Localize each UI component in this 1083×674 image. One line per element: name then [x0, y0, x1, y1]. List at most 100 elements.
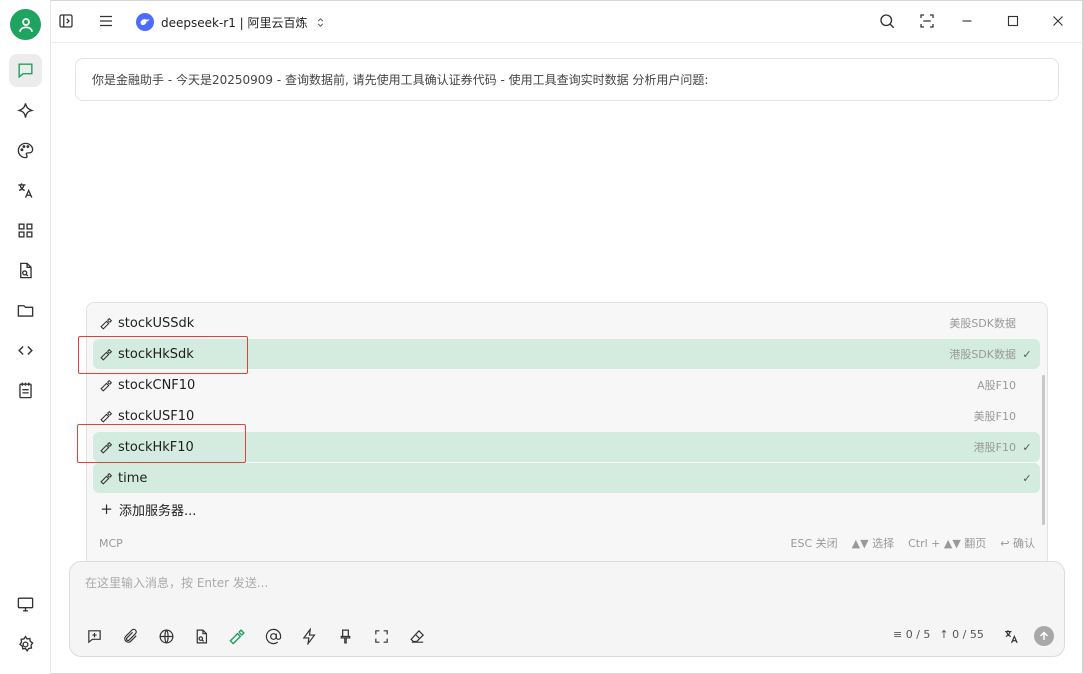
toggle-sidebar-button[interactable] — [56, 11, 76, 31]
sidebar-folder-button[interactable] — [9, 294, 42, 327]
close-button[interactable] — [1048, 11, 1068, 31]
chevron-updown-icon — [317, 17, 323, 27]
eraser-icon — [410, 629, 425, 643]
tool-item-time[interactable]: time ✓ — [93, 463, 1040, 493]
new-topic-button[interactable] — [85, 627, 104, 646]
tool-description: 美股F10 — [973, 410, 1016, 423]
model-selector[interactable]: deepseek-r1 | 阿里云百炼 — [136, 11, 326, 33]
tool-name: time — [118, 470, 148, 486]
fullscreen-icon — [375, 630, 388, 643]
user-icon — [18, 17, 33, 32]
select-hint: ▲▼ 选择 — [851, 537, 895, 550]
add-server-label: 添加服务器... — [119, 503, 197, 519]
check-icon: ✓ — [1022, 471, 1032, 485]
model-name: deepseek-r1 | 阿里云百炼 — [161, 15, 308, 30]
minimize-icon — [962, 20, 972, 22]
section-label: MCP — [99, 536, 123, 550]
confirm-hint: ↩ 确认 — [1000, 537, 1035, 550]
tool-description: 港股SDK数据 — [949, 348, 1016, 361]
page-hint: Ctrl + ▲▼ 翻页 — [908, 537, 987, 550]
tool-description: 美股SDK数据 — [949, 317, 1016, 330]
folder-icon — [17, 305, 34, 317]
maximize-button[interactable] — [1003, 11, 1023, 31]
clear-context-button[interactable] — [336, 627, 355, 646]
plus-icon: + — [100, 500, 113, 518]
sidebar-apps-button[interactable] — [9, 214, 42, 247]
sidebar-display-button[interactable] — [9, 588, 42, 621]
sidebar-paint-button[interactable] — [9, 134, 42, 167]
globe-icon — [159, 629, 174, 644]
system-prompt-box[interactable]: 你是金融助手 - 今天是20250909 - 查询数据前, 请先使用工具确认证券… — [75, 58, 1059, 101]
grid-icon — [18, 223, 33, 238]
web-search-button[interactable] — [157, 627, 176, 646]
sidebar — [0, 0, 51, 674]
hamburger-menu-icon — [100, 15, 112, 27]
message-input[interactable] — [85, 576, 1025, 590]
mcp-tools-button[interactable] — [228, 627, 247, 646]
hammer-icon — [100, 379, 113, 392]
gear-icon — [19, 635, 34, 653]
send-button[interactable] — [1034, 626, 1054, 646]
token-count: ↑ 0 / 55 — [939, 628, 984, 641]
message-input-box: ≡ 0 / 5 ↑ 0 / 55 — [69, 561, 1065, 657]
monitor-icon — [17, 597, 34, 612]
sidebar-translate-button[interactable] — [9, 174, 42, 207]
sidebar-agents-button[interactable] — [9, 94, 42, 127]
chat-icon — [18, 63, 33, 79]
brush-icon — [340, 629, 351, 644]
highlight-box-stockhksdk — [78, 336, 248, 374]
context-count: ≡ 0 / 5 — [893, 628, 931, 641]
knowledge-base-button[interactable] — [192, 627, 211, 646]
check-icon: ✓ — [1022, 440, 1032, 454]
topics-menu-button[interactable] — [96, 11, 116, 31]
file-search-icon — [196, 629, 208, 644]
new-topic-icon — [88, 630, 101, 644]
scan-button[interactable] — [917, 11, 937, 31]
hammer-icon — [100, 410, 113, 423]
mention-model-button[interactable] — [264, 627, 283, 646]
system-prompt-text: 你是金融助手 - 今天是20250909 - 查询数据前, 请先使用工具确认证券… — [92, 73, 709, 87]
tool-description: A股F10 — [977, 379, 1016, 392]
maximize-icon — [1007, 15, 1019, 27]
lightning-icon — [302, 628, 316, 645]
hammer-icon — [100, 472, 113, 485]
add-server-item[interactable]: + 添加服务器... — [93, 494, 1040, 524]
at-sign-icon — [265, 628, 282, 645]
avatar[interactable] — [10, 9, 41, 40]
highlight-box-stockhkf10 — [77, 424, 246, 463]
paperclip-icon — [124, 628, 137, 643]
deepseek-logo-icon — [136, 13, 154, 31]
tool-item-stockussdk[interactable]: stockUSSdk 美股SDK数据 — [93, 308, 1040, 338]
keyboard-hints: ESC 关闭 ▲▼ 选择 Ctrl + ▲▼ 翻页 ↩ 确认 — [791, 535, 1035, 551]
sidebar-chat-button[interactable] — [9, 54, 42, 87]
sidebar-toggle-icon — [59, 14, 73, 28]
sparkle-icon — [16, 103, 35, 118]
quick-phrases-button[interactable] — [300, 627, 319, 646]
tool-item-stockcnf10[interactable]: stockCNF10 A股F10 — [93, 370, 1040, 400]
translate-icon — [1005, 630, 1018, 644]
palette-icon — [17, 142, 34, 159]
translate-button[interactable] — [1002, 627, 1021, 646]
hammer-icon — [100, 317, 113, 330]
arrow-up-icon — [1039, 631, 1049, 640]
search-button[interactable] — [877, 11, 897, 31]
tool-name: stockCNF10 — [118, 377, 196, 393]
clear-messages-button[interactable] — [408, 627, 427, 646]
close-icon — [1053, 16, 1063, 26]
popup-scrollbar[interactable] — [1042, 375, 1045, 525]
notepad-icon — [19, 382, 32, 399]
tool-name: stockUSF10 — [118, 408, 195, 424]
hammer-icon — [229, 629, 245, 645]
esc-hint: ESC 关闭 — [790, 537, 838, 550]
tool-description: 港股F10 — [973, 441, 1016, 454]
file-search-icon — [20, 262, 32, 279]
translate-icon — [18, 183, 33, 198]
sidebar-files-search-button[interactable] — [9, 254, 42, 287]
sidebar-code-button[interactable] — [9, 334, 42, 367]
token-counts: ≡ 0 / 5 ↑ 0 / 55 — [893, 628, 984, 641]
minimize-button[interactable] — [957, 11, 977, 31]
sidebar-notes-button[interactable] — [9, 374, 42, 407]
attach-button[interactable] — [121, 627, 140, 646]
sidebar-settings-button[interactable] — [9, 628, 42, 661]
expand-input-button[interactable] — [372, 627, 391, 646]
